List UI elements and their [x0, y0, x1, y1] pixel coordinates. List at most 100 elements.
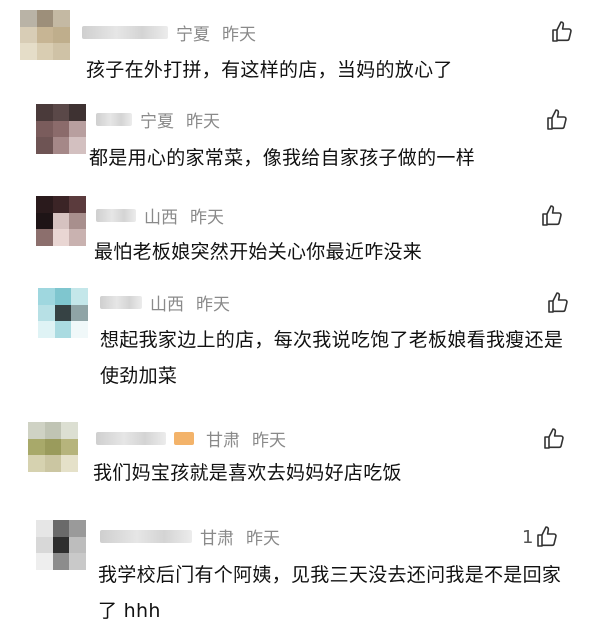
username-blurred[interactable] [100, 295, 142, 309]
comment-time: 昨天 [186, 111, 220, 132]
avatar[interactable] [20, 10, 70, 60]
thumbs-up-icon [537, 526, 558, 547]
avatar-pixel [52, 196, 70, 213]
username-blurred[interactable] [100, 529, 192, 543]
comment-meta: 宁夏 昨天 [82, 20, 256, 45]
username-blurred[interactable] [96, 431, 166, 445]
avatar-pixel [69, 120, 86, 138]
thumbs-up-icon [547, 109, 567, 130]
avatar-pixel [69, 229, 86, 246]
like-button[interactable] [548, 19, 574, 45]
avatar[interactable] [28, 422, 78, 472]
avatar-pixel [69, 137, 86, 154]
avatar[interactable] [38, 288, 88, 338]
comment-time: 昨天 [252, 430, 286, 451]
avatar-pixel [20, 43, 37, 60]
avatar-pixel [69, 104, 86, 121]
avatar-pixel [28, 438, 45, 456]
username-blurred[interactable] [96, 112, 132, 126]
avatar-pixel [36, 553, 53, 570]
avatar-pixel [53, 43, 70, 60]
comment-meta: 甘肃 昨天 [96, 426, 286, 451]
thumbs-up-icon [552, 21, 572, 42]
avatar-pixel [44, 422, 62, 439]
comment-text: 都是用心的家常菜，像我给自家孩子做的一样 [89, 147, 476, 169]
avatar-pixel [36, 137, 53, 154]
comment-text: 孩子在外打拼，有这样的店，当妈的放心了 [86, 59, 453, 81]
avatar-pixel [38, 288, 55, 305]
avatar-pixel [36, 26, 54, 44]
avatar-pixel [71, 304, 88, 322]
comment-meta: 甘肃 昨天 [100, 524, 280, 549]
comment-time: 昨天 [246, 528, 280, 549]
comment-text: 我们妈宝孩就是喜欢去妈妈好店吃饭 [93, 462, 402, 484]
avatar-pixel [54, 321, 72, 338]
avatar-pixel [36, 212, 53, 230]
comment-region: 宁夏 [140, 111, 174, 132]
avatar-pixel [38, 304, 55, 322]
like-button[interactable] [544, 290, 570, 316]
avatar-pixel [44, 438, 62, 456]
comment-meta: 宁夏 昨天 [96, 107, 220, 132]
avatar[interactable] [36, 104, 86, 154]
avatar-pixel [53, 10, 70, 27]
thumbs-up-icon [542, 205, 562, 226]
avatar-pixel [69, 520, 86, 537]
username-blurred[interactable] [96, 208, 136, 222]
like-button[interactable] [538, 203, 564, 229]
avatar-pixel [61, 455, 78, 472]
avatar-pixel [20, 10, 37, 27]
like-button[interactable] [540, 426, 566, 452]
avatar-pixel [52, 520, 70, 537]
avatar-pixel [36, 43, 54, 60]
comment-time: 昨天 [222, 24, 256, 45]
avatar-pixel [36, 196, 53, 213]
avatar-pixel [38, 321, 55, 338]
avatar[interactable] [36, 196, 86, 246]
avatar-pixel [71, 321, 88, 338]
like-button[interactable] [543, 107, 569, 133]
comment-region: 山西 [150, 294, 184, 315]
avatar-pixel [61, 438, 78, 456]
comment-text: 想起我家边上的店，每次我说吃饱了老板娘看我瘦还是使劲加菜 [100, 329, 564, 387]
avatar-pixel [36, 229, 53, 246]
comment-region: 宁夏 [176, 24, 210, 45]
comment-time: 昨天 [196, 294, 230, 315]
avatar-pixel [20, 26, 37, 44]
avatar-pixel [52, 137, 70, 154]
comment-region: 山西 [144, 207, 178, 228]
like-count: 1 [522, 526, 534, 548]
thumbs-up-icon [544, 428, 564, 449]
avatar-pixel [28, 422, 45, 439]
comment-time: 昨天 [190, 207, 224, 228]
avatar-pixel [36, 536, 53, 554]
avatar-pixel [36, 120, 53, 138]
thumbs-up-icon [548, 292, 568, 313]
comment-meta: 山西 昨天 [96, 203, 224, 228]
avatar-pixel [28, 455, 45, 472]
avatar-pixel [36, 104, 53, 121]
avatar-pixel [52, 104, 70, 121]
avatar-pixel [69, 553, 86, 570]
avatar-pixel [71, 288, 88, 305]
comment-text: 最怕老板娘突然开始关心你最近咋没来 [94, 241, 423, 263]
avatar-pixel [36, 10, 54, 27]
avatar-pixel [52, 229, 70, 246]
avatar-pixel [61, 422, 78, 439]
avatar-pixel [44, 455, 62, 472]
avatar-pixel [52, 553, 70, 570]
avatar-pixel [53, 26, 70, 44]
avatar-pixel [69, 212, 86, 230]
avatar-pixel [54, 304, 72, 322]
avatar-pixel [36, 520, 53, 537]
avatar[interactable] [36, 520, 86, 570]
avatar-pixel [52, 212, 70, 230]
avatar-pixel [52, 536, 70, 554]
comment-text: 我学校后门有个阿姨，见我三天没去还问我是不是回家了 hhh [98, 564, 562, 622]
like-button[interactable]: 1 [522, 524, 559, 550]
name-tag-blurred [174, 431, 194, 445]
username-blurred[interactable] [82, 25, 168, 39]
avatar-pixel [69, 536, 86, 554]
avatar-pixel [54, 288, 72, 305]
comment-region: 甘肃 [206, 430, 240, 451]
